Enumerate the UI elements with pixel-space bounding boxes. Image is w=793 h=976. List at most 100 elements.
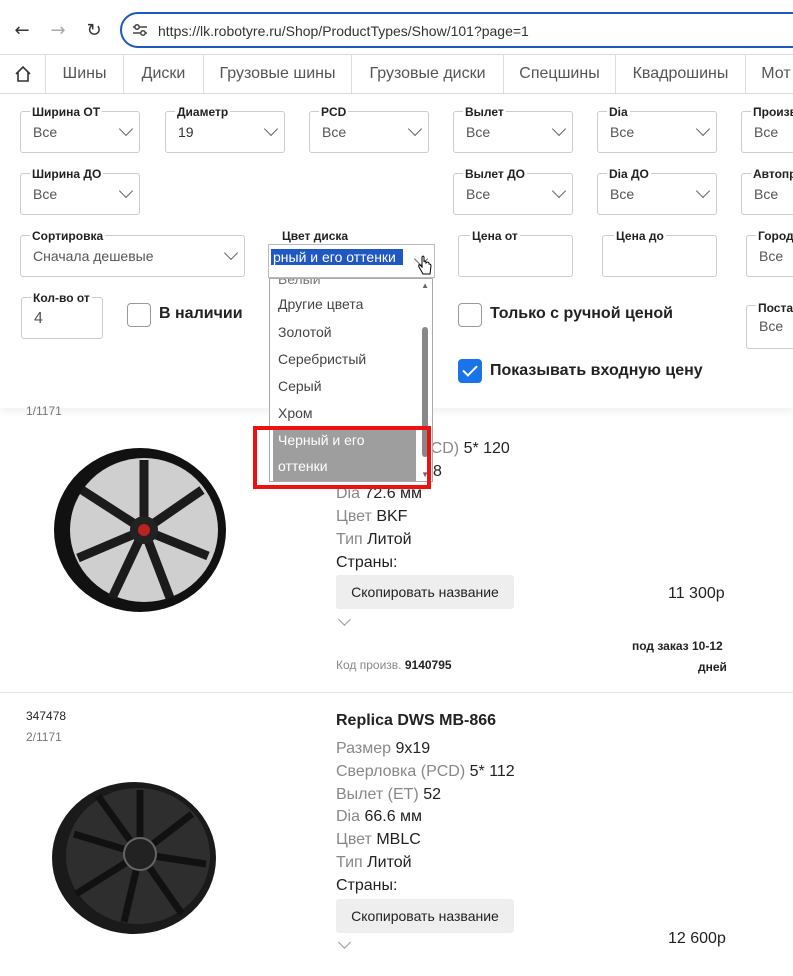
category-tabs: Шины Диски Грузовые шины Грузовые диски … bbox=[0, 54, 793, 94]
offset-to-value: Все bbox=[466, 186, 491, 202]
highlight-annotation bbox=[253, 426, 431, 489]
partial-value: 8 bbox=[433, 463, 442, 480]
countries-label: Страны: bbox=[336, 877, 398, 894]
dropdown-item-gold[interactable]: Золотой bbox=[278, 324, 332, 340]
type-value: Литой bbox=[367, 854, 412, 871]
disk-color-value: рный и его оттенки bbox=[271, 249, 403, 265]
size-value: 9x19 bbox=[395, 740, 431, 757]
price: 12 600р bbox=[668, 930, 726, 947]
dropdown-item-silver[interactable]: Серебристый bbox=[278, 351, 366, 367]
tab-tires[interactable]: Шины bbox=[46, 55, 124, 93]
offset-label: Вылет bbox=[463, 105, 506, 119]
product-card-2: 347478 2/1171 Replica DWS MB-866 Размер … bbox=[26, 709, 726, 949]
sort-label: Сортировка bbox=[30, 229, 106, 243]
copy-name-button[interactable]: Скопировать название bbox=[336, 575, 514, 609]
wheel-image bbox=[52, 782, 216, 934]
disk-color-label: Цвет диска bbox=[280, 229, 351, 243]
product-title[interactable]: Replica DWS MB-866 bbox=[336, 712, 496, 730]
diameter-label: Диаметр bbox=[175, 105, 231, 119]
product-id: 347478 bbox=[26, 709, 67, 723]
tab-truck-disks[interactable]: Грузовые диски bbox=[352, 55, 504, 93]
back-arrow-icon[interactable]: ← bbox=[8, 17, 36, 45]
tab-special-tires[interactable]: Спецшины bbox=[504, 55, 616, 93]
dia-value: 66.6 мм bbox=[364, 808, 423, 825]
chevron-down-icon bbox=[118, 183, 134, 199]
dropdown-item-gray[interactable]: Серый bbox=[278, 378, 322, 394]
address-bar[interactable]: https://lk.robotyre.ru/Shop/ProductTypes… bbox=[120, 12, 793, 48]
quantity-from-label: Кол-во от bbox=[31, 291, 92, 305]
url-text: https://lk.robotyre.ru/Shop/ProductTypes… bbox=[158, 23, 529, 39]
city-value: Все bbox=[759, 248, 784, 264]
chevron-down-icon[interactable] bbox=[338, 613, 351, 626]
hand-cursor-icon bbox=[418, 255, 432, 275]
chevron-down-icon bbox=[551, 183, 567, 199]
manufacturer-code: 9140795 bbox=[404, 658, 452, 672]
delivery-line-1: под заказ 10-12 bbox=[632, 639, 723, 653]
manufacturer-label: Произв bbox=[751, 105, 793, 119]
pcd-value: 5* 112 bbox=[469, 763, 515, 780]
chevron-down-icon bbox=[695, 183, 711, 199]
dropdown-item-white[interactable]: Белый bbox=[278, 279, 321, 287]
show-input-price-checkbox[interactable] bbox=[458, 359, 482, 383]
auto-label: Автопр bbox=[751, 167, 793, 181]
width-to-label: Ширина ДО bbox=[30, 167, 104, 181]
dia-to-label: Dia ДО bbox=[607, 167, 651, 181]
tab-truck-tires[interactable]: Грузовые шины bbox=[204, 55, 352, 93]
price: 11 300р bbox=[668, 585, 725, 602]
offset-to-label: Вылет ДО bbox=[463, 167, 527, 181]
supplier-label: Поста bbox=[756, 301, 793, 315]
dia-label: Dia bbox=[607, 105, 630, 119]
product-index: 1/1171 bbox=[26, 404, 62, 418]
city-label: Город bbox=[756, 229, 793, 243]
width-to-value: Все bbox=[33, 186, 58, 202]
price-from-label: Цена от bbox=[470, 229, 520, 243]
sort-value: Сначала дешевые bbox=[33, 248, 154, 264]
quantity-from-value: 4 bbox=[34, 310, 43, 327]
pcd-value: 5* 120 bbox=[463, 440, 510, 457]
supplier-value: Все bbox=[759, 318, 784, 334]
pcd-value: Все bbox=[322, 124, 347, 140]
show-input-price-label: Показывать входную цену bbox=[490, 362, 703, 379]
tab-disks[interactable]: Диски bbox=[124, 55, 204, 93]
chevron-down-icon bbox=[695, 121, 711, 137]
forward-arrow-icon[interactable]: → bbox=[44, 17, 72, 45]
wheel-image bbox=[54, 448, 226, 612]
dropdown-item-chrome[interactable]: Хром bbox=[278, 405, 313, 421]
in-stock-label: В наличии bbox=[159, 305, 243, 322]
product-index: 2/1171 bbox=[26, 730, 62, 744]
chevron-down-icon bbox=[223, 245, 239, 261]
tab-moto[interactable]: Мот bbox=[746, 55, 793, 93]
offset-value: 52 bbox=[423, 786, 441, 803]
dia-value: Все bbox=[610, 124, 635, 140]
scroll-up-icon[interactable]: ▲ bbox=[421, 281, 429, 290]
type-value: Литой bbox=[367, 531, 412, 548]
chevron-down-icon bbox=[118, 121, 134, 137]
pcd-label: PCD bbox=[319, 105, 349, 119]
tab-atv-tires[interactable]: Квадрошины bbox=[616, 55, 746, 93]
home-tab[interactable] bbox=[0, 55, 46, 93]
copy-name-button[interactable]: Скопировать название bbox=[336, 899, 514, 933]
width-from-label: Ширина ОТ bbox=[30, 105, 103, 119]
home-icon bbox=[14, 65, 31, 82]
offset-value: Все bbox=[466, 124, 491, 140]
dia-to-value: Все bbox=[610, 186, 635, 202]
delivery-line-2: дней bbox=[698, 660, 727, 674]
price-to-label: Цена до bbox=[614, 229, 666, 243]
diameter-value: 19 bbox=[178, 124, 194, 140]
chevron-down-icon bbox=[407, 121, 423, 137]
color-value: BKF bbox=[376, 508, 408, 525]
chevron-down-icon[interactable] bbox=[338, 936, 351, 949]
manufacturer-value: Все bbox=[754, 124, 779, 140]
countries-label: Страны: bbox=[336, 554, 398, 571]
disk-color-select[interactable]: рный и его оттенки bbox=[268, 244, 435, 278]
dropdown-item-other[interactable]: Другие цвета bbox=[278, 296, 363, 312]
manual-price-checkbox[interactable] bbox=[458, 303, 482, 327]
site-settings-icon[interactable] bbox=[132, 22, 148, 38]
color-value: MBLC bbox=[376, 831, 421, 848]
chevron-down-icon bbox=[551, 121, 567, 137]
width-from-value: Все bbox=[33, 124, 58, 140]
browser-toolbar: ← → ↻ https://lk.robotyre.ru/Shop/Produc… bbox=[0, 0, 793, 58]
manual-price-label: Только с ручной ценой bbox=[490, 305, 673, 322]
in-stock-checkbox[interactable] bbox=[127, 303, 151, 327]
reload-icon[interactable]: ↻ bbox=[80, 17, 108, 45]
